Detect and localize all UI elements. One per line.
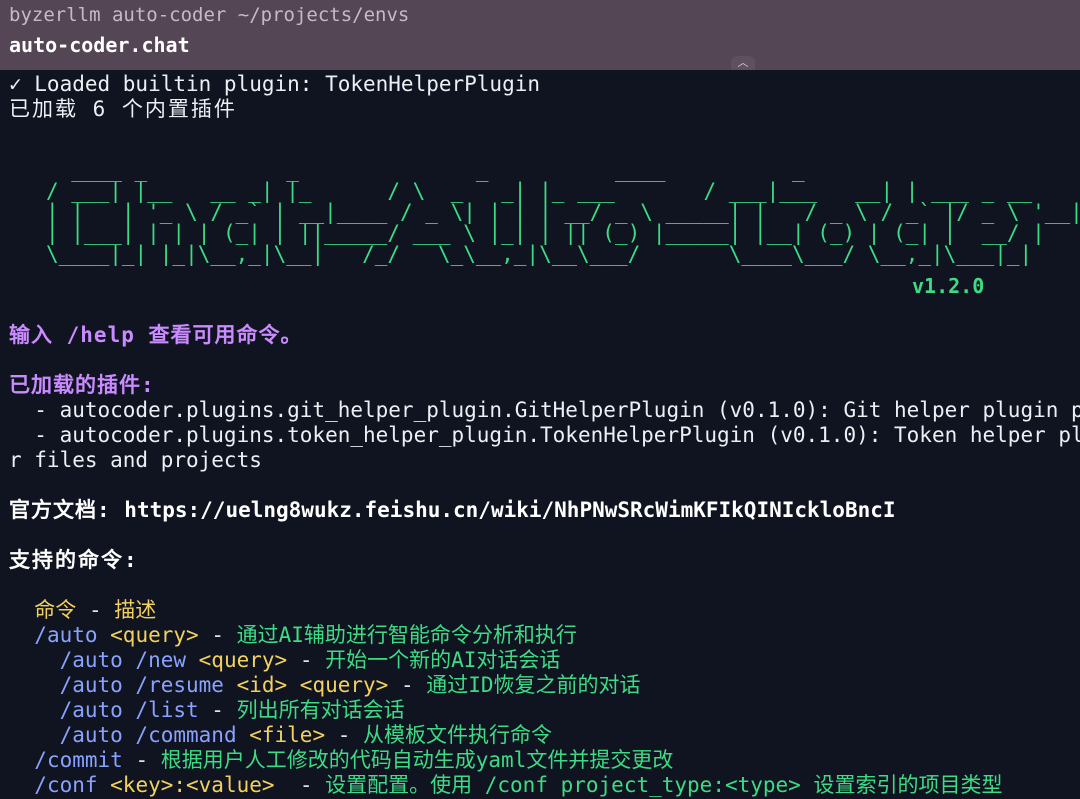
command-description: 设置配置。使用 /conf project_type:<type> 设置索引的项… — [325, 773, 1003, 797]
command-args: <id> <query> — [223, 673, 389, 697]
command-args: <query> — [97, 623, 199, 647]
loaded-count-line: 已加载 6 个内置插件 — [9, 97, 237, 121]
command-description: 从模板文件执行命令 — [363, 723, 553, 747]
command-description: 开始一个新的AI对话会话 — [325, 648, 561, 672]
plugin-item-wrap: r files and projects — [9, 448, 262, 472]
loaded-plugin-line: ✓ Loaded builtin plugin: TokenHelperPlug… — [9, 72, 541, 96]
command-row: /commit - 根据用户人工修改的代码自动生成yaml文件并提交更改 — [34, 748, 674, 772]
command-row: /auto /resume <id> <query> - 通过ID恢复之前的对话 — [59, 673, 641, 697]
command-row: /auto /command <file> - 从模板文件执行命令 — [59, 723, 553, 747]
plugin-item: - autocoder.plugins.git_helper_plugin.Gi… — [9, 398, 1080, 422]
commands-header: 支持的命令: — [9, 548, 139, 572]
docs-label: 官方文档: — [9, 498, 125, 522]
command-row: /conf <key>:<value> - 设置配置。使用 /conf proj… — [34, 773, 1003, 797]
help-hint: 输入 /help 查看可用命令。 — [9, 323, 303, 347]
commands-table-header: 命令 - 描述 — [34, 598, 157, 622]
command-args: <key>:<value> — [97, 773, 288, 797]
command-row: /auto <query> - 通过AI辅助进行智能命令分析和执行 — [34, 623, 577, 647]
command-name: /auto /list — [59, 698, 199, 722]
command-row: /auto /new <query> - 开始一个新的AI对话会话 — [59, 648, 561, 672]
command-column-header: 命令 — [34, 598, 77, 622]
command-description: 通过ID恢复之前的对话 — [426, 673, 641, 697]
command-name: /auto — [34, 623, 98, 647]
command-row: /auto /list - 列出所有对话会话 — [59, 698, 405, 722]
ascii-banner: ____ _ _ _ ____ _ / ___| |__ __ _| |_ / … — [46, 160, 1080, 265]
command-description: 列出所有对话会话 — [236, 698, 405, 722]
command-args: <query> — [186, 648, 288, 672]
command-name: /auto /new — [59, 648, 187, 672]
titlebar-context: byzerllm auto-coder ~/projects/envs — [9, 4, 410, 26]
command-name: /conf — [34, 773, 98, 797]
chevron-up-icon[interactable]: ︿ — [731, 56, 755, 70]
plugins-header: 已加载的插件: — [9, 373, 155, 397]
terminal-output[interactable]: ✓ Loaded builtin plugin: TokenHelperPlug… — [0, 70, 1080, 799]
titlebar-title: auto-coder.chat — [9, 33, 190, 57]
command-name: /auto /resume — [59, 673, 224, 697]
terminal-titlebar: byzerllm auto-coder ~/projects/envs auto… — [0, 0, 1080, 70]
banner-line: \____|_| |_|\__,_|\__| /_/ \_\__,_|\__\_… — [46, 242, 1033, 266]
version-label: v1.2.0 — [912, 274, 985, 298]
plugin-item: - autocoder.plugins.token_helper_plugin.… — [9, 423, 1080, 447]
docs-line: 官方文档: https://uelng8wukz.feishu.cn/wiki/… — [9, 498, 896, 523]
command-description: 根据用户人工修改的代码自动生成yaml文件并提交更改 — [160, 748, 674, 772]
command-args: <file> — [236, 723, 326, 747]
docs-link[interactable]: https://uelng8wukz.feishu.cn/wiki/NhPNwS… — [124, 498, 895, 522]
description-column-header: 描述 — [114, 598, 157, 622]
command-name: /auto /command — [59, 723, 237, 747]
command-description: 通过AI辅助进行智能命令分析和执行 — [236, 623, 577, 647]
command-name: /commit — [34, 748, 123, 772]
